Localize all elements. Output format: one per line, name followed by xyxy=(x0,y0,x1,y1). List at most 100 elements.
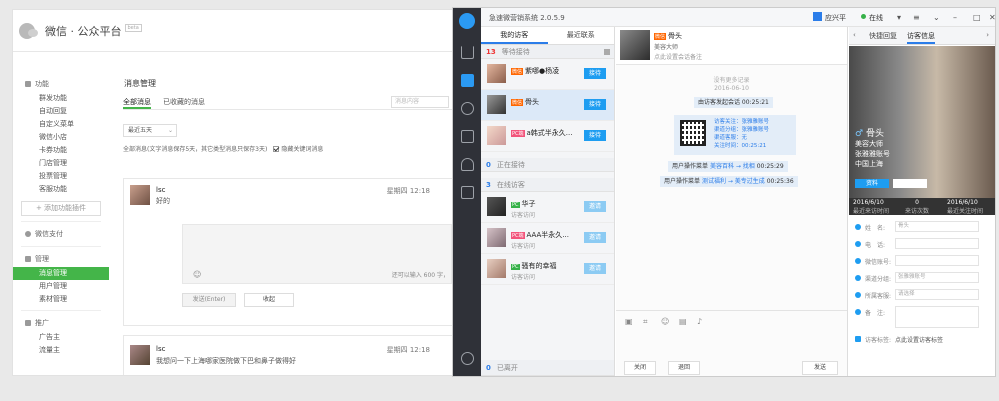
online-section-header[interactable]: 3 在线访客 xyxy=(481,178,614,192)
clock-icon[interactable] xyxy=(461,102,474,115)
wallet-icon[interactable] xyxy=(461,186,474,199)
op-link[interactable]: 测试福利 → 美专过生成 xyxy=(702,178,765,185)
user-name[interactable]: 应兴平 xyxy=(825,13,846,23)
chat-panel: 微信 骨头 美容大师 点此设置会话备注 没有更多记录 2016-06-10 由访客… xyxy=(616,27,848,376)
set-tags-link[interactable]: 点此设置访客标签 xyxy=(895,335,943,344)
profile-button[interactable]: 资料 xyxy=(855,179,889,188)
tab-all-messages[interactable]: 全部消息 xyxy=(123,95,151,109)
chat-icon[interactable] xyxy=(461,74,474,87)
beta-badge: beta xyxy=(124,23,142,32)
invite-button[interactable]: 邀请 xyxy=(584,263,606,274)
waiting-section-header[interactable]: 13 等待接待 xyxy=(481,45,614,59)
name-input[interactable]: 骨头 xyxy=(895,221,979,232)
sidebar-item-service[interactable]: 客服功能 xyxy=(13,183,109,196)
avatar xyxy=(487,95,506,114)
tab-quick-reply[interactable]: 快捷回复 xyxy=(869,31,897,41)
tab-my-visitors[interactable]: 我的访客 xyxy=(481,27,548,44)
qr-line: 渠道分组：张雅雅账号 xyxy=(714,127,770,133)
op-label: 用户操作菜单 xyxy=(672,163,709,170)
close-icon[interactable]: ✕ xyxy=(989,13,995,22)
accept-button[interactable]: 接待 xyxy=(584,99,606,110)
invite-button[interactable]: 邀请 xyxy=(584,201,606,212)
no-more-records: 没有更多记录 xyxy=(713,77,750,84)
avatar xyxy=(487,64,506,83)
sidebar-item-coupon[interactable]: 卡券功能 xyxy=(13,144,109,157)
set-remark-link[interactable]: 点此设置会话备注 xyxy=(654,52,702,61)
collapse-button[interactable]: 收起 xyxy=(244,293,294,307)
field-wechat: 微信账号: xyxy=(855,255,891,267)
qr-line: 渠道客服：无 xyxy=(714,135,748,141)
sidebar-item-pay[interactable]: 微信支付 xyxy=(13,226,109,242)
reply-box[interactable]: ☺ 还可以输入 600 字， xyxy=(182,224,452,284)
wechat-input[interactable] xyxy=(895,255,979,266)
contacts-icon[interactable] xyxy=(461,158,474,171)
blank-button[interactable] xyxy=(893,179,927,188)
invite-button[interactable]: 邀请 xyxy=(584,232,606,243)
sidebar-item-messages[interactable]: 消息管理 xyxy=(13,267,109,280)
sidebar-item-menu[interactable]: 自定义菜单 xyxy=(13,118,109,131)
visitor-row[interactable]: PC 骚有的幸福 访客访问 邀请 xyxy=(481,254,614,285)
stat-recent-follow: 2016/6/10 最近关注时间 xyxy=(947,199,983,215)
crop-icon[interactable]: ⌗ xyxy=(643,317,648,327)
channel-input[interactable]: 张雅雅账号 xyxy=(895,272,979,283)
settings-icon[interactable] xyxy=(461,352,474,365)
visitor-row[interactable]: PC 华子 访客访问 邀请 xyxy=(481,192,614,223)
sidebar-item-autoreply[interactable]: 自动回复 xyxy=(13,105,109,118)
chevron-left-icon[interactable]: ‹ xyxy=(853,31,856,39)
promo-group-label: 推广 xyxy=(35,319,49,327)
visitor-row[interactable]: 微信 骨头 接待 xyxy=(481,90,614,121)
add-plugin-button[interactable]: + 添加功能插件 xyxy=(21,201,101,216)
wechat-main: 消息管理 全部消息 已收藏的消息 消息内容 最近五天 ⌄ 全部消息(文字消息保存… xyxy=(123,52,453,375)
document-icon[interactable]: ▤ xyxy=(679,317,687,326)
sidebar-item-materials[interactable]: 素材管理 xyxy=(13,293,109,306)
search-input[interactable]: 消息内容 xyxy=(391,96,449,108)
hide-keyword-checkbox[interactable] xyxy=(273,145,280,152)
minimize-icon[interactable]: – xyxy=(953,13,957,22)
date-filter-select[interactable]: 最近五天 ⌄ xyxy=(123,124,177,137)
accept-button[interactable]: 接待 xyxy=(584,68,606,79)
accept-button[interactable]: 接待 xyxy=(584,130,606,141)
image-icon[interactable]: ▣ xyxy=(625,317,633,326)
microphone-icon[interactable]: ♪ xyxy=(697,317,702,326)
agent-icon xyxy=(855,292,861,298)
serving-section-header[interactable]: 0 正在接待 xyxy=(481,158,614,172)
message-icon[interactable] xyxy=(461,130,474,143)
visitor-row[interactable]: 微信 紫哪●杨凌 接待 xyxy=(481,59,614,90)
menu-icon[interactable]: ≡ xyxy=(913,13,920,22)
op-link[interactable]: 美容百科 → 找相 xyxy=(710,163,755,170)
visitor-row[interactable]: PC端 a韩式半永久... 接待 xyxy=(481,121,614,152)
chevron-right-icon[interactable]: › xyxy=(986,31,989,39)
close-chat-button[interactable]: 关闭 xyxy=(624,361,656,375)
send-message-button[interactable]: 发送 xyxy=(802,361,838,375)
maximize-icon[interactable]: □ xyxy=(973,13,981,22)
stat-visit-count: 0 来访次数 xyxy=(905,199,929,215)
qr-code-icon xyxy=(680,120,706,146)
home-icon[interactable] xyxy=(461,46,474,59)
source-tag: PC xyxy=(511,202,520,208)
tab-starred-messages[interactable]: 已收藏的消息 xyxy=(163,95,205,109)
tab-visitor-info[interactable]: 访客信息 xyxy=(907,31,935,44)
emoji-icon[interactable]: ☺ xyxy=(193,270,201,279)
collapse-icon[interactable] xyxy=(604,49,610,55)
sidebar-item-store[interactable]: 门店管理 xyxy=(13,157,109,170)
return-button[interactable]: 退回 xyxy=(668,361,700,375)
left-section-header[interactable]: 0 已离开 xyxy=(481,360,614,376)
tab-recent-contacts[interactable]: 最近联系 xyxy=(548,27,615,44)
status-dropdown-icon[interactable]: ▾ xyxy=(897,13,901,22)
sidebar-item-vote[interactable]: 投票管理 xyxy=(13,170,109,183)
status-label[interactable]: 在线 xyxy=(869,13,883,23)
emoji-icon[interactable]: ☺ xyxy=(661,317,669,326)
sidebar-item-advertiser[interactable]: 广告主 xyxy=(13,331,109,344)
dropdown-icon[interactable]: ⌄ xyxy=(933,13,940,22)
phone-input[interactable] xyxy=(895,238,979,249)
op-time: 00:25:36 xyxy=(766,178,794,185)
agent-select[interactable]: 请选择 xyxy=(895,289,979,300)
sidebar-item-publisher[interactable]: 流量主 xyxy=(13,344,109,357)
send-button[interactable]: 发送(Enter) xyxy=(182,293,236,307)
sidebar-item-users[interactable]: 用户管理 xyxy=(13,280,109,293)
sidebar-item-shop[interactable]: 微信小店 xyxy=(13,131,109,144)
note-input[interactable] xyxy=(895,306,979,328)
source-tag: 微信 xyxy=(654,33,667,40)
visitor-row[interactable]: PC端 AAA半永久... 访客访问 邀请 xyxy=(481,223,614,254)
sidebar-item-mass[interactable]: 群发功能 xyxy=(13,92,109,105)
